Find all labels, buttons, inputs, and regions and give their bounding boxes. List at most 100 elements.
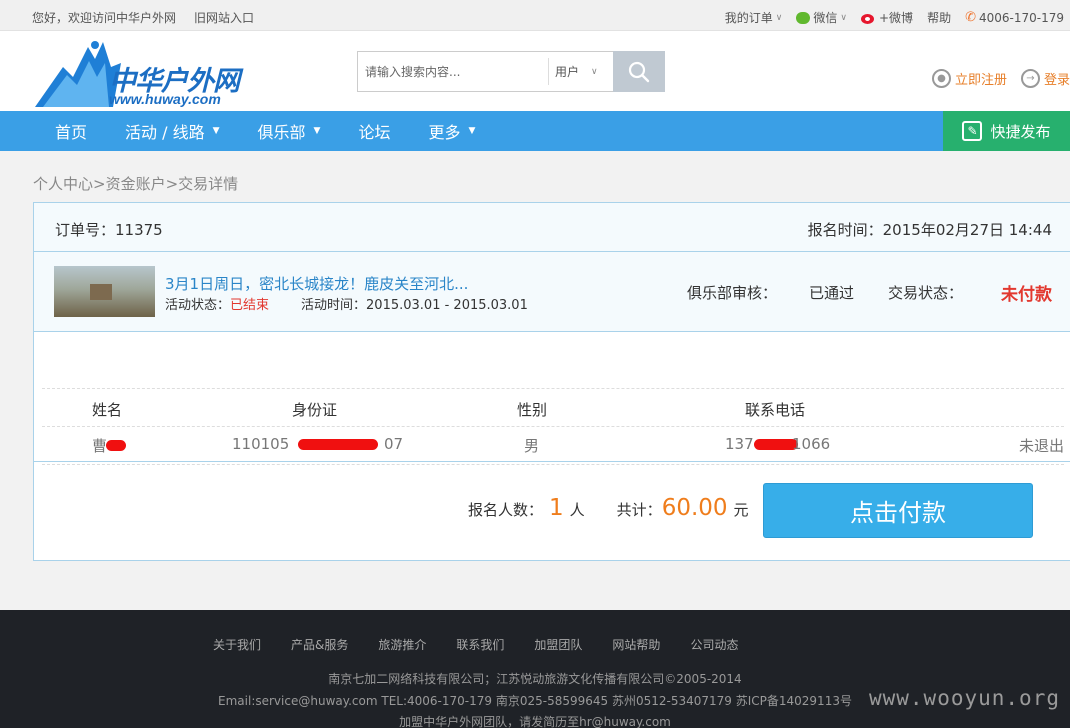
top-bar: 您好，欢迎访问中华户外网 旧网站入口 我的订单 ∨ 微信 ∨ +微博 帮助 ✆ 400… bbox=[0, 0, 1070, 31]
activity-time: 活动时间：2015.03.01 - 2015.03.01 bbox=[301, 298, 528, 313]
participant-name: 曹 bbox=[92, 437, 108, 455]
wechat-label: 微信 bbox=[813, 11, 838, 25]
trade-status-value: 未付款 bbox=[1001, 285, 1052, 305]
search-button[interactable] bbox=[613, 51, 665, 92]
login-link[interactable]: → 登录 bbox=[1020, 69, 1070, 88]
login-label: 登录 bbox=[1043, 73, 1070, 88]
nav-label: 活动 / 线路 bbox=[125, 123, 205, 142]
search-scope-value: 用户 bbox=[555, 65, 580, 79]
participant-gender: 男 bbox=[524, 437, 540, 455]
main-nav: 首页 活动 / 线路 ▼ 俱乐部 ▼ 论坛 更多 ▼ ✎ 快捷发布 bbox=[0, 111, 1070, 151]
nav-label: 更多 bbox=[428, 123, 461, 142]
column-header-id: 身份证 bbox=[292, 401, 338, 419]
great-wall-image bbox=[90, 284, 112, 300]
caret-down-icon: ▼ bbox=[468, 126, 476, 136]
phone-icon: ✆ bbox=[965, 10, 976, 25]
wechat-icon bbox=[796, 11, 811, 24]
old-site-link[interactable]: 旧网站入口 bbox=[194, 9, 254, 26]
footer-link-about[interactable]: 关于我们 bbox=[213, 636, 261, 653]
footer-join: 加盟中华户外网团队，请发简历至hr@huway.com bbox=[399, 715, 671, 728]
search-input[interactable] bbox=[358, 52, 548, 91]
column-header-phone: 联系电话 bbox=[745, 401, 806, 419]
search-scope-select[interactable]: 用户 ∨ bbox=[548, 58, 613, 85]
caret-down-icon: ▼ bbox=[313, 126, 321, 136]
club-review-value: 已通过 bbox=[808, 284, 854, 302]
table-header-row: 姓名 身份证 性别 联系电话 bbox=[42, 389, 1064, 427]
activity-title-link[interactable]: 3月1日周日，密北长城接龙！鹿皮关至河北... bbox=[165, 273, 468, 294]
column-header-gender: 性别 bbox=[517, 401, 548, 419]
order-number: 订单号：11375 bbox=[55, 221, 163, 239]
nav-item-home[interactable]: 首页 bbox=[55, 119, 87, 143]
activity-status: 活动状态：已结束 bbox=[165, 294, 269, 313]
activity-thumbnail[interactable] bbox=[54, 266, 155, 317]
count-value: 1 bbox=[549, 495, 564, 521]
welcome-text: 您好，欢迎访问中华户外网 bbox=[32, 11, 177, 25]
count-label: 报名人数： bbox=[468, 501, 544, 519]
weibo-label: +微博 bbox=[879, 11, 914, 25]
login-arrow-icon: → bbox=[1020, 69, 1040, 88]
search-icon bbox=[628, 61, 650, 82]
footer-link-travel[interactable]: 旅游推介 bbox=[378, 636, 426, 653]
nav-item-more[interactable]: 更多 ▼ bbox=[428, 119, 475, 143]
table-row: 曹 110105 07 男 137 1066 未退出 bbox=[42, 427, 1064, 465]
my-orders-label: 我的订单 bbox=[724, 11, 773, 25]
divider bbox=[34, 461, 1070, 462]
activity-status-label: 活动状态： bbox=[165, 298, 231, 313]
nav-item-clubs[interactable]: 俱乐部 ▼ bbox=[258, 119, 321, 143]
register-link[interactable]: ● 立即注册 bbox=[931, 69, 1007, 88]
help-link[interactable]: 帮助 bbox=[927, 9, 951, 26]
nav-item-activities[interactable]: 活动 / 线路 ▼ bbox=[125, 119, 220, 143]
watermark: www.wooyun.org bbox=[868, 686, 1060, 710]
auth-links: ● 立即注册 → 登录 bbox=[931, 69, 1070, 88]
redaction-mark bbox=[298, 439, 378, 450]
nav-item-forum[interactable]: 论坛 bbox=[358, 119, 390, 143]
my-orders-menu[interactable]: 我的订单 ∨ bbox=[725, 9, 783, 26]
footer-link-join[interactable]: 加盟团队 bbox=[534, 636, 582, 653]
participants-table: 姓名 身份证 性别 联系电话 曹 110105 07 男 137 1066 未退… bbox=[42, 388, 1064, 465]
participant-id: 110105 bbox=[232, 435, 290, 453]
activity-meta: 活动状态：已结束 活动时间：2015.03.01 - 2015.03.01 bbox=[165, 294, 528, 313]
chevron-down-icon: ∨ bbox=[591, 66, 598, 77]
breadcrumb[interactable]: 个人中心>资金账户>交易详情 bbox=[33, 173, 238, 194]
footer-link-products[interactable]: 产品&服务 bbox=[291, 636, 348, 653]
wechat-menu[interactable]: 微信 ∨ bbox=[796, 9, 847, 26]
participant-phone-tail: 1066 bbox=[792, 435, 831, 453]
quick-publish-button[interactable]: ✎ 快捷发布 bbox=[943, 111, 1070, 151]
count-unit: 人 bbox=[569, 501, 585, 519]
total-value: 60.00 bbox=[661, 495, 728, 521]
edit-icon: ✎ bbox=[962, 121, 983, 141]
participant-id-tail: 07 bbox=[384, 435, 404, 453]
caret-down-icon: ▼ bbox=[212, 126, 220, 136]
footer-link-contact[interactable]: 联系我们 bbox=[456, 636, 504, 653]
order-header: 订单号：11375 报名时间：2015年02月27日 14:44 bbox=[34, 203, 1070, 252]
site-footer: 关于我们 产品&服务 旅游推介 联系我们 加盟团队 网站帮助 公司动态 南京七加… bbox=[0, 610, 1070, 728]
chevron-down-icon: ∨ bbox=[840, 12, 847, 23]
footer-link-help[interactable]: 网站帮助 bbox=[612, 636, 660, 653]
register-label: 立即注册 bbox=[954, 73, 1007, 88]
nav-label: 俱乐部 bbox=[257, 123, 306, 142]
signup-time: 报名时间：2015年02月27日 14:44 bbox=[807, 221, 1052, 239]
weibo-icon bbox=[861, 12, 876, 24]
site-logo[interactable]: 中华户外网 www.huway.com bbox=[33, 37, 248, 109]
club-review-label: 俱乐部审核： bbox=[686, 284, 777, 302]
site-header: 中华户外网 www.huway.com 用户 ∨ ●立即注册 →登录 bbox=[0, 31, 1070, 111]
trade-status-label: 交易状态： bbox=[887, 284, 963, 302]
review-status: 俱乐部审核： 已通过 交易状态： 未付款 bbox=[687, 280, 1052, 305]
order-detail-card: 订单号：11375 报名时间：2015年02月27日 14:44 3月1日周日，… bbox=[33, 202, 1070, 561]
total-unit: 元 bbox=[733, 501, 749, 519]
activity-status-value: 已结束 bbox=[230, 298, 270, 313]
nav-label: 论坛 bbox=[358, 123, 391, 142]
logo-url-text: www.huway.com bbox=[109, 91, 221, 107]
redaction-mark bbox=[106, 440, 126, 451]
chevron-down-icon: ∨ bbox=[775, 12, 783, 23]
weibo-link[interactable]: +微博 bbox=[861, 9, 913, 26]
participant-state: 未退出 bbox=[1018, 437, 1064, 455]
hotline: ✆ 4006-170-179 bbox=[965, 10, 1064, 25]
payment-summary: 报名人数： 1 人 共计： 60.00 元 bbox=[468, 495, 749, 521]
pay-button[interactable]: 点击付款 bbox=[763, 483, 1033, 538]
participant-phone: 137 bbox=[725, 435, 754, 453]
search-bar: 用户 ∨ bbox=[357, 51, 665, 92]
nav-label: 首页 bbox=[55, 123, 88, 142]
quick-publish-label: 快捷发布 bbox=[990, 122, 1051, 141]
footer-link-news[interactable]: 公司动态 bbox=[690, 636, 738, 653]
